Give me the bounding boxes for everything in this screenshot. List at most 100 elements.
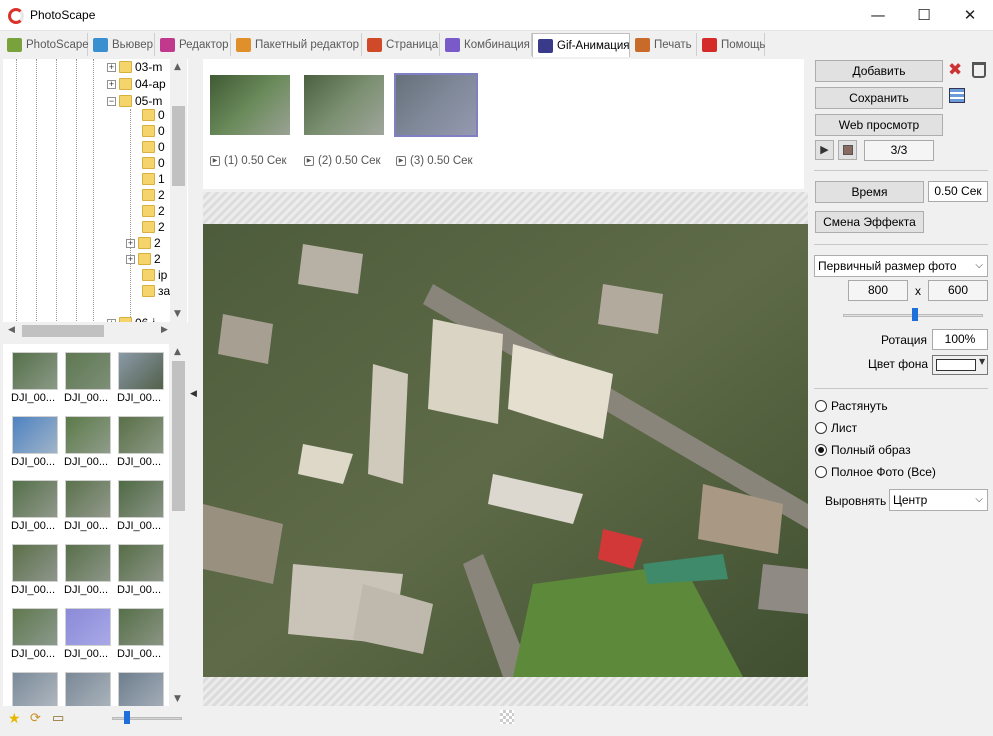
- background-color-picker[interactable]: ▼: [932, 355, 988, 375]
- tree-subfolder[interactable]: 0: [142, 124, 165, 138]
- play-icon[interactable]: ▶: [396, 156, 406, 166]
- thumbnail-item[interactable]: DJI_00...: [63, 478, 113, 534]
- gif-frames-strip[interactable]: ▶ (1) 0.50 Сек ▶ (2) 0.50 Сек ▶ (3) 0.50 Сек: [203, 59, 804, 189]
- scale-slider-handle[interactable]: [912, 308, 918, 321]
- thumbnail-item[interactable]: DJI_00...: [63, 350, 113, 406]
- tab-1[interactable]: Вьювер: [88, 33, 155, 56]
- thumbnail-item[interactable]: DJI_00...: [10, 414, 60, 470]
- tree-subfolder[interactable]: ip: [142, 268, 167, 282]
- thumbnail-item[interactable]: [10, 670, 60, 706]
- expand-icon[interactable]: +: [126, 238, 135, 248]
- gif-frame[interactable]: [394, 73, 478, 137]
- tree-folder[interactable]: − 05-m: [107, 94, 162, 108]
- trash-icon[interactable]: [972, 62, 986, 78]
- scroll-right-icon[interactable]: ▶: [161, 325, 168, 335]
- open-folder-icon[interactable]: ▭: [52, 711, 64, 726]
- tree-folder[interactable]: +03-m: [107, 60, 162, 74]
- collapse-panel-icon[interactable]: ◀: [190, 388, 197, 399]
- thumbnail-item[interactable]: [116, 670, 166, 706]
- tree-subfolder[interactable]: 2: [142, 220, 165, 234]
- close-button[interactable]: ✕: [947, 0, 993, 31]
- frame-list-icon[interactable]: [949, 88, 965, 103]
- scroll-up-icon[interactable]: ▲: [174, 347, 181, 357]
- favorite-star-icon[interactable]: ★: [8, 711, 21, 727]
- scroll-up-icon[interactable]: ▲: [174, 62, 181, 72]
- tab-6[interactable]: Gif-Анимация: [532, 33, 630, 57]
- fit-mode-radio[interactable]: Лист: [815, 421, 857, 435]
- tree-folder[interactable]: +04-ap: [107, 77, 166, 91]
- play-icon[interactable]: ▶: [815, 140, 834, 160]
- expand-icon[interactable]: +: [107, 79, 116, 89]
- tab-2[interactable]: Редактор: [155, 33, 231, 56]
- time-button[interactable]: Время: [815, 181, 924, 203]
- fit-mode-radio[interactable]: Растянуть: [815, 399, 888, 413]
- tree-subfolder[interactable]: 0: [142, 108, 165, 122]
- radio-circle-icon[interactable]: [815, 400, 827, 412]
- add-button[interactable]: Добавить: [815, 60, 943, 82]
- radio-circle-icon[interactable]: [815, 466, 827, 478]
- delete-icon[interactable]: ✖: [948, 60, 962, 80]
- maximize-button[interactable]: ☐: [901, 0, 947, 31]
- thumbnails-scroll-thumb[interactable]: [172, 361, 185, 511]
- gif-frame-caption[interactable]: ▶ (3) 0.50 Сек: [396, 155, 473, 167]
- change-effect-button[interactable]: Смена Эффекта: [815, 211, 924, 233]
- stop-button[interactable]: [838, 140, 857, 160]
- tree-subfolder[interactable]: 0: [142, 156, 165, 170]
- thumbnail-item[interactable]: DJI_00...: [63, 606, 113, 662]
- radio-circle-icon[interactable]: [815, 444, 827, 456]
- tree-subfolder[interactable]: 2: [142, 188, 165, 202]
- expand-icon[interactable]: +: [107, 62, 116, 72]
- tree-vertical-scrollbar[interactable]: [170, 59, 187, 323]
- folder-tree[interactable]: +03-m +04-ap −05-m 0 0 0 0 1 2 2 2 +2 +2 ip за +06-j: [3, 59, 188, 323]
- tab-7[interactable]: Печать: [630, 33, 697, 56]
- tree-subfolder[interactable]: за: [142, 284, 170, 298]
- height-field[interactable]: 600: [928, 280, 988, 301]
- gif-frame-caption[interactable]: ▶ (1) 0.50 Сек: [210, 155, 287, 167]
- play-icon[interactable]: ▶: [210, 156, 220, 166]
- gif-frame[interactable]: [302, 73, 386, 137]
- gif-frame[interactable]: [208, 73, 292, 137]
- rotation-field[interactable]: 100%: [932, 329, 988, 350]
- tab-0[interactable]: PhotoScape: [2, 33, 89, 56]
- tab-4[interactable]: Страница: [362, 33, 440, 56]
- tree-subfolder[interactable]: 2: [142, 204, 165, 218]
- thumbnail-item[interactable]: [63, 670, 113, 706]
- tab-5[interactable]: Комбинация: [440, 33, 532, 56]
- save-button[interactable]: Сохранить: [815, 87, 943, 109]
- scroll-left-icon[interactable]: ◀: [8, 325, 15, 335]
- thumbnail-item[interactable]: DJI_00...: [10, 606, 60, 662]
- expand-icon[interactable]: +: [126, 254, 135, 264]
- rotate-icon[interactable]: ⟳: [30, 711, 41, 726]
- thumbnail-item[interactable]: DJI_00...: [10, 542, 60, 598]
- tab-8[interactable]: Помощь: [697, 33, 765, 56]
- scroll-down-icon[interactable]: ▼: [174, 694, 181, 704]
- web-preview-button[interactable]: Web просмотр: [815, 114, 943, 136]
- radio-circle-icon[interactable]: [815, 422, 827, 434]
- thumbnail-item[interactable]: DJI_00...: [116, 350, 166, 406]
- thumbnail-item[interactable]: DJI_00...: [116, 606, 166, 662]
- tree-subfolder[interactable]: +2: [126, 236, 161, 250]
- tree-scroll-thumb[interactable]: [172, 106, 185, 186]
- tree-subfolder[interactable]: 1: [142, 172, 165, 186]
- thumbnail-item[interactable]: DJI_00...: [63, 542, 113, 598]
- thumbnail-item[interactable]: DJI_00...: [10, 350, 60, 406]
- thumbnail-item[interactable]: DJI_00...: [116, 414, 166, 470]
- tree-hscroll-thumb[interactable]: [22, 325, 104, 337]
- thumbnail-item[interactable]: DJI_00...: [116, 542, 166, 598]
- fit-mode-radio[interactable]: Полное Фото (Все): [815, 465, 936, 479]
- play-icon[interactable]: ▶: [304, 156, 314, 166]
- tab-3[interactable]: Пакетный редактор: [231, 33, 362, 56]
- fit-mode-radio[interactable]: Полный образ: [815, 443, 911, 457]
- thumbnail-item[interactable]: DJI_00...: [116, 478, 166, 534]
- tree-subfolder[interactable]: +2: [126, 252, 161, 266]
- thumbnail-size-slider[interactable]: [112, 717, 182, 720]
- thumbnail-grid[interactable]: DJI_00... DJI_00... DJI_00... DJI_00... DJI_…: [3, 344, 169, 706]
- expand-icon[interactable]: −: [107, 96, 116, 106]
- thumbnail-item[interactable]: DJI_00...: [63, 414, 113, 470]
- align-select[interactable]: Центр ⌵: [889, 489, 988, 511]
- transparency-toggle-icon[interactable]: [500, 710, 514, 724]
- width-field[interactable]: 800: [848, 280, 908, 301]
- minimize-button[interactable]: —: [855, 0, 901, 31]
- thumbnail-size-slider-handle[interactable]: [124, 711, 130, 724]
- tree-subfolder[interactable]: 0: [142, 140, 165, 154]
